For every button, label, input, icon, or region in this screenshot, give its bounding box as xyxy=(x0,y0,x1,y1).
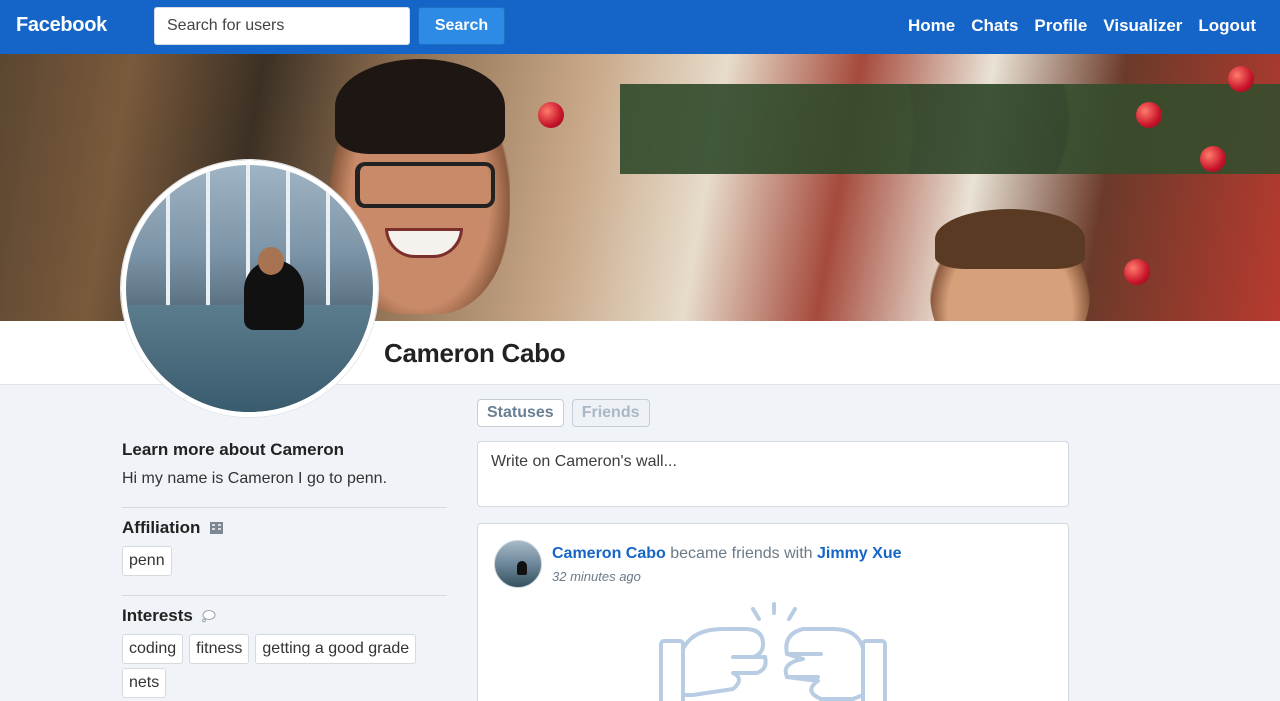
interests-title: Interests xyxy=(122,606,193,625)
garland-decoration xyxy=(620,84,1280,174)
affiliation-tags: penn xyxy=(122,546,447,576)
ornament xyxy=(538,102,564,128)
cover-person-hair xyxy=(335,59,505,154)
building-icon xyxy=(209,521,224,540)
profile-tabs: Statuses Friends xyxy=(477,399,650,427)
affiliation-section: Affiliation penn xyxy=(122,518,447,576)
ornament xyxy=(1124,259,1150,285)
interests-section: Interests coding fitness getting a good … xyxy=(122,606,447,698)
post-author-avatar[interactable] xyxy=(494,540,542,588)
about-text: Hi my name is Cameron I go to penn. xyxy=(122,470,388,487)
interest-tag[interactable]: coding xyxy=(122,634,184,664)
divider xyxy=(122,595,447,596)
ornament xyxy=(1136,102,1162,128)
profile-avatar[interactable] xyxy=(121,160,378,417)
nav-chats-link[interactable]: Chats xyxy=(971,16,1018,36)
wall-post-input[interactable] xyxy=(477,441,1069,507)
affiliation-title: Affiliation xyxy=(122,518,201,537)
thought-bubble-icon xyxy=(201,609,216,628)
post-headline: Cameron Cabo became friends with Jimmy X… xyxy=(552,545,901,563)
avatar-person xyxy=(517,561,527,575)
post-target-link[interactable]: Jimmy Xue xyxy=(817,545,901,562)
ornament xyxy=(1200,146,1226,172)
ornament xyxy=(1228,66,1254,92)
search-button[interactable]: Search xyxy=(418,7,505,45)
bridge-cable xyxy=(206,165,210,315)
brand-logo[interactable]: Facebook xyxy=(16,14,107,37)
search-input[interactable] xyxy=(154,7,410,45)
post-timestamp: 32 minutes ago xyxy=(552,569,641,584)
divider xyxy=(122,507,447,508)
interest-tag[interactable]: getting a good grade xyxy=(255,634,417,664)
profile-name: Cameron Cabo xyxy=(384,338,566,368)
tab-statuses[interactable]: Statuses xyxy=(477,399,564,427)
interest-tag[interactable]: fitness xyxy=(189,634,250,664)
affiliation-tag[interactable]: penn xyxy=(122,546,172,576)
about-sidebar: Learn more about Cameron Hi my name is C… xyxy=(122,440,447,698)
nav-home-link[interactable]: Home xyxy=(908,16,955,36)
cover-person-glasses xyxy=(355,162,495,208)
fist-bump-icon xyxy=(653,599,893,701)
post-verb: became friends with xyxy=(670,545,813,562)
tab-friends[interactable]: Friends xyxy=(571,399,650,427)
friendship-post-card: Cameron Cabo became friends with Jimmy X… xyxy=(477,523,1069,701)
avatar-head xyxy=(258,247,284,275)
nav-profile-link[interactable]: Profile xyxy=(1034,16,1087,36)
nav-logout-link[interactable]: Logout xyxy=(1198,16,1256,36)
bridge-cable xyxy=(166,165,170,315)
cover-person-hair xyxy=(935,209,1085,269)
nav-links: Home Chats Profile Visualizer Logout xyxy=(908,16,1256,36)
about-title: Learn more about Cameron xyxy=(122,440,344,459)
nav-visualizer-link[interactable]: Visualizer xyxy=(1103,16,1182,36)
bridge-cable xyxy=(326,165,330,315)
navbar: Facebook Search Home Chats Profile Visua… xyxy=(0,0,1280,54)
interests-tags: coding fitness getting a good grade nets xyxy=(122,634,447,698)
post-actor-link[interactable]: Cameron Cabo xyxy=(552,545,666,562)
interest-tag[interactable]: nets xyxy=(122,668,167,698)
